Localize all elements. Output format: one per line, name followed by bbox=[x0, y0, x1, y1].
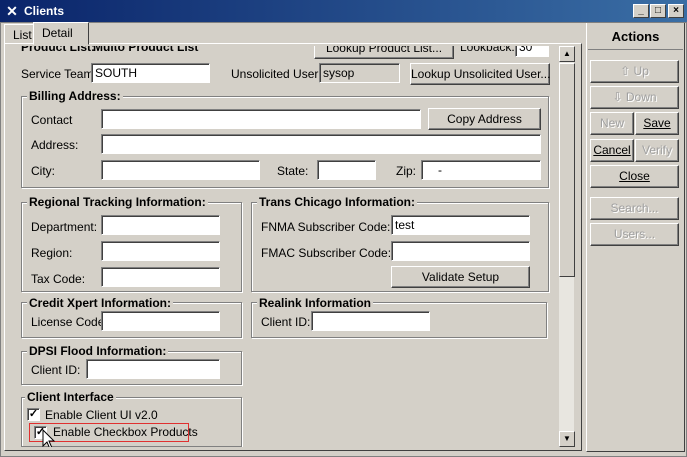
title-bar[interactable]: ✕ Clients _ □ × bbox=[0, 0, 687, 22]
down-label: Down bbox=[625, 90, 657, 104]
minimize-button[interactable]: _ bbox=[633, 4, 649, 18]
lookback-input[interactable]: 30 bbox=[515, 46, 549, 57]
unsolicited-user-input[interactable]: sysop bbox=[319, 63, 400, 83]
state-label: State: bbox=[277, 164, 309, 178]
new-button[interactable]: New bbox=[590, 112, 634, 135]
tab-detail[interactable]: Detail bbox=[33, 22, 89, 45]
realink-client-id-input[interactable] bbox=[311, 311, 430, 331]
department-input[interactable] bbox=[101, 215, 220, 235]
save-button[interactable]: Save bbox=[635, 112, 679, 135]
verify-button[interactable]: Verify bbox=[635, 139, 679, 162]
search-button[interactable]: Search... bbox=[590, 197, 679, 220]
trans-chicago-title: Trans Chicago Information: bbox=[257, 195, 418, 209]
arrow-up-icon: ⇧ bbox=[620, 64, 631, 78]
arrow-down-icon: ⇩ bbox=[612, 90, 623, 104]
up-label: Up bbox=[633, 64, 649, 78]
fmac-label: FMAC Subscriber Code: bbox=[261, 246, 392, 260]
lookback-label: Lookback: bbox=[460, 46, 515, 54]
fnma-input[interactable]: test bbox=[391, 215, 530, 235]
save-label: Save bbox=[643, 116, 671, 130]
license-code-label: License Code: bbox=[31, 315, 108, 329]
close-label: Close bbox=[619, 169, 650, 183]
state-input[interactable] bbox=[317, 160, 376, 180]
fnma-label: FNMA Subscriber Code: bbox=[261, 220, 391, 234]
city-input[interactable] bbox=[101, 160, 260, 180]
copy-address-button[interactable]: Copy Address bbox=[428, 108, 541, 130]
zip-input[interactable]: - bbox=[421, 160, 541, 180]
scroll-down-button[interactable]: ▼ bbox=[559, 431, 575, 447]
mouse-cursor-icon bbox=[42, 429, 56, 447]
unsolicited-user-label: Unsolicited User: bbox=[231, 67, 322, 81]
contact-input[interactable] bbox=[101, 109, 421, 129]
window-title: Clients bbox=[24, 4, 65, 18]
tab-list[interactable]: List bbox=[4, 24, 34, 44]
actions-title: Actions bbox=[588, 24, 683, 50]
product-list-label: Product List: bbox=[21, 46, 95, 54]
address-input[interactable] bbox=[101, 134, 541, 154]
tab-list-label: List bbox=[13, 28, 32, 42]
vertical-scrollbar[interactable]: ▲ ▼ bbox=[558, 46, 575, 447]
credit-xpert-title: Credit Xpert Information: bbox=[27, 296, 174, 310]
tax-code-input[interactable] bbox=[101, 267, 220, 287]
cancel-label: Cancel bbox=[593, 143, 631, 157]
service-team-input[interactable]: SOUTH bbox=[91, 63, 210, 83]
product-list-value: Multo Product List bbox=[93, 46, 199, 54]
billing-address-title: Billing Address: bbox=[27, 89, 123, 103]
contact-label: Contact bbox=[31, 113, 73, 127]
scroll-up-button[interactable]: ▲ bbox=[559, 46, 575, 62]
app-icon: ✕ bbox=[6, 3, 18, 19]
dpsi-client-id-label: Client ID: bbox=[31, 363, 81, 377]
license-code-input[interactable] bbox=[101, 311, 220, 331]
enable-checkbox-products-label: Enable Checkbox Products bbox=[53, 425, 198, 439]
tab-detail-label: Detail bbox=[42, 26, 73, 40]
tax-code-label: Tax Code: bbox=[31, 272, 86, 286]
enable-client-ui-checkbox[interactable]: ✓ bbox=[27, 408, 40, 421]
lookup-unsolicited-user-button[interactable]: Lookup Unsolicited User... bbox=[410, 63, 550, 85]
department-label: Department: bbox=[31, 220, 98, 234]
fmac-input[interactable] bbox=[391, 241, 530, 261]
lookup-product-list-button[interactable]: Lookup Product List... bbox=[314, 46, 454, 59]
maximize-button[interactable]: □ bbox=[650, 4, 666, 18]
realink-title: Realink Information bbox=[257, 296, 374, 310]
realink-client-id-label: Client ID: bbox=[261, 315, 311, 329]
dpsi-flood-title: DPSI Flood Information: bbox=[27, 344, 169, 358]
address-label: Address: bbox=[31, 138, 79, 152]
dpsi-client-id-input[interactable] bbox=[86, 359, 220, 379]
form-viewport: Product List: Multo Product List Lookup … bbox=[8, 46, 558, 447]
users-button[interactable]: Users... bbox=[590, 223, 679, 246]
regional-tracking-title: Regional Tracking Information: bbox=[27, 195, 208, 209]
close-window-button[interactable]: × bbox=[668, 4, 684, 18]
client-interface-title: Client Interface bbox=[25, 390, 116, 404]
service-team-label: Service Team: bbox=[21, 67, 97, 81]
region-input[interactable] bbox=[101, 241, 220, 261]
up-button[interactable]: ⇧ Up bbox=[590, 60, 679, 83]
city-label: City: bbox=[31, 164, 55, 178]
close-button[interactable]: Close bbox=[590, 165, 679, 188]
validate-setup-button[interactable]: Validate Setup bbox=[391, 266, 530, 288]
zip-label: Zip: bbox=[396, 164, 417, 178]
enable-client-ui-label: Enable Client UI v2.0 bbox=[45, 408, 158, 422]
region-label: Region: bbox=[31, 246, 73, 260]
cancel-button[interactable]: Cancel bbox=[590, 139, 634, 162]
scroll-thumb[interactable] bbox=[559, 63, 575, 277]
down-button[interactable]: ⇩ Down bbox=[590, 86, 679, 109]
